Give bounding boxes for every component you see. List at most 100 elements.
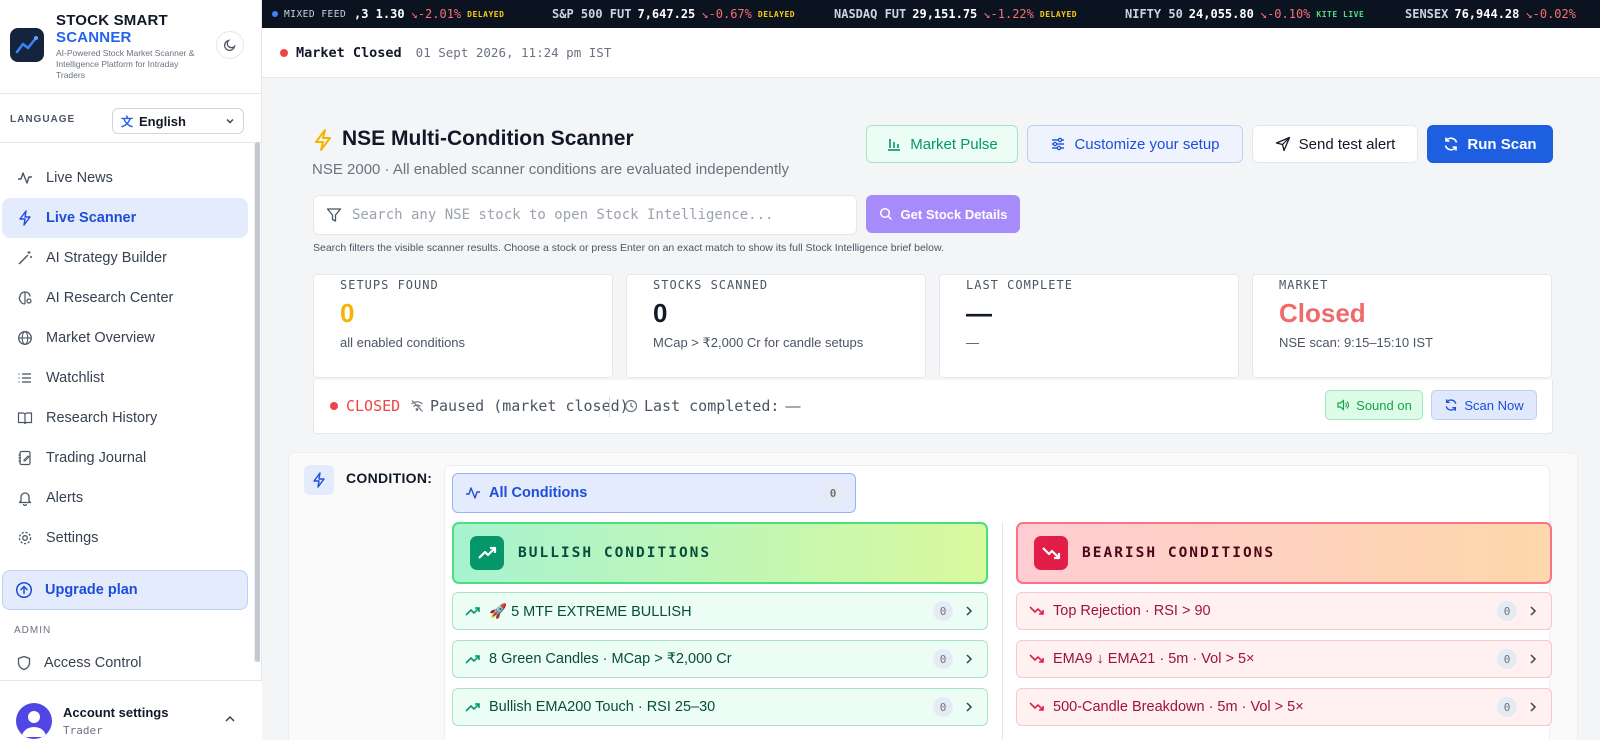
send-test-alert-button[interactable]: Send test alert <box>1252 125 1418 163</box>
sidebar-item-label: Live News <box>46 170 113 186</box>
filter-icon <box>326 208 342 222</box>
globe-icon <box>16 329 34 347</box>
feed-dot-icon <box>272 11 278 17</box>
language-select[interactable]: 文 English <box>112 108 244 134</box>
run-scan-label: Run Scan <box>1467 135 1537 153</box>
send-icon <box>1275 136 1290 152</box>
theme-toggle-button[interactable] <box>216 31 244 59</box>
stock-search-box[interactable] <box>313 195 857 235</box>
scan-now-button[interactable]: Scan Now <box>1431 390 1537 420</box>
lightning-icon <box>304 465 334 495</box>
sidebar: STOCK SMART SCANNER AI-Powered Stock Mar… <box>0 0 262 740</box>
brand-subtitle: AI-Powered Stock Market Scanner & Intell… <box>56 48 195 80</box>
ticker-tag: DELAYED <box>1039 9 1078 19</box>
sidebar-item-label: Alerts <box>46 490 84 506</box>
ticker-change: ↘-0.02% <box>1525 7 1576 21</box>
stat-value: 0 <box>340 298 355 328</box>
chevron-down-icon <box>226 119 234 124</box>
sidebar-scrollbar-thumb[interactable] <box>255 142 260 662</box>
ticker-feed-badge: MIXED FEED <box>272 0 346 28</box>
sidebar-item-ai-strategy-builder[interactable]: AI Strategy Builder <box>2 238 248 278</box>
sidebar-item-access-control[interactable]: Access Control <box>2 644 248 682</box>
stat-subtext: MCap > ₹2,000 Cr for candle setups <box>653 335 864 350</box>
magic-wand-icon <box>16 249 34 267</box>
chevron-up-icon <box>225 715 235 722</box>
bullish-condition-row[interactable]: Bullish EMA200 Touch · RSI 25–30 0 <box>452 688 988 726</box>
run-scan-button[interactable]: Run Scan <box>1427 125 1553 163</box>
sidebar-item-label: Research History <box>46 410 158 426</box>
wifi-off-icon <box>411 400 423 412</box>
condition-label: CONDITION: <box>346 470 433 486</box>
gear-icon <box>16 529 34 547</box>
bullish-conditions-header[interactable]: BULLISH CONDITIONS <box>452 522 988 584</box>
count-badge: 0 <box>933 649 953 669</box>
arrow-up-circle-icon <box>15 581 33 599</box>
stat-value: — <box>966 298 992 328</box>
send-test-alert-label: Send test alert <box>1298 135 1396 153</box>
sidebar-item-research-history[interactable]: Research History <box>2 398 248 438</box>
refresh-icon <box>1445 137 1458 151</box>
market-ticker: MIXED FEED ,3 1.30 ↘-2.01% DELAYED S&P 5… <box>262 0 1600 28</box>
account-role: Trader <box>63 724 103 737</box>
ticker-name: S&P 500 FUT <box>552 7 632 21</box>
brand-logo[interactable] <box>10 28 44 62</box>
sidebar-item-market-overview[interactable]: Market Overview <box>2 318 248 358</box>
bar-chart-icon <box>888 139 901 151</box>
last-completed-value: — <box>785 397 801 415</box>
count-badge: 0 <box>823 483 843 503</box>
sidebar-item-live-scanner[interactable]: Live Scanner <box>2 198 248 238</box>
sidebar-item-watchlist[interactable]: Watchlist <box>2 358 248 398</box>
ticker-change: ↘-0.67% <box>701 7 752 21</box>
sidebar-item-ai-research-center[interactable]: AI Research Center <box>2 278 248 318</box>
sidebar-item-settings[interactable]: Settings <box>2 518 248 558</box>
stat-card-market: MARKET Closed NSE scan: 9:15–15:10 IST <box>1252 274 1552 378</box>
sidebar-item-label: Settings <box>46 530 99 546</box>
count-badge: 0 <box>933 697 953 717</box>
language-selected: English <box>139 113 186 129</box>
account-settings-button[interactable]: Account settings Trader <box>0 680 262 740</box>
brand-header: STOCK SMART SCANNER AI-Powered Stock Mar… <box>0 0 262 94</box>
ticker-item[interactable]: SENSEX 76,944.28 ↘-0.02% <box>1405 0 1576 28</box>
ticker-tag: KITE LIVE <box>1316 9 1365 19</box>
bearish-condition-row[interactable]: EMA9 ↓ EMA21 · 5m · Vol > 5× 0 <box>1016 640 1552 678</box>
bullish-condition-row[interactable]: 🚀 5 MTF EXTREME BULLISH 0 <box>452 592 988 630</box>
sidebar-item-label: AI Strategy Builder <box>46 250 167 266</box>
sidebar-item-alerts[interactable]: Alerts <box>2 478 248 518</box>
trending-up-icon <box>470 536 504 570</box>
ticker-item[interactable]: S&P 500 FUT 7,647.25 ↘-0.67% DELAYED <box>552 0 795 28</box>
market-pulse-label: Market Pulse <box>910 135 998 153</box>
bearish-condition-row[interactable]: Top Rejection · RSI > 90 0 <box>1016 592 1552 630</box>
ticker-item[interactable]: ,3 1.30 ↘-2.01% DELAYED <box>354 0 504 28</box>
ticker-item[interactable]: NIFTY 50 24,055.80 ↘-0.10% KITE LIVE <box>1125 0 1364 28</box>
market-status-label: Market Closed <box>296 44 402 61</box>
sidebar-item-live-news[interactable]: Live News <box>2 158 248 198</box>
bearish-condition-row[interactable]: 500-Candle Breakdown · 5m · Vol > 5× 0 <box>1016 688 1552 726</box>
stock-search-input[interactable] <box>352 207 832 223</box>
ticker-item[interactable]: NASDAQ FUT 29,151.75 ↘-1.22% DELAYED <box>834 0 1077 28</box>
brand-title: STOCK SMART <box>56 12 168 29</box>
list-icon <box>16 369 34 387</box>
ticker-tag: DELAYED <box>467 9 505 19</box>
customize-setup-button[interactable]: Customize your setup <box>1027 125 1243 163</box>
bullish-condition-row[interactable]: 8 Green Candles · MCap > ₹2,000 Cr 0 <box>452 640 988 678</box>
all-conditions-filter[interactable]: All Conditions 0 <box>452 473 856 513</box>
sliders-icon <box>1052 137 1065 151</box>
market-pulse-button[interactable]: Market Pulse <box>866 125 1018 163</box>
sound-toggle-button[interactable]: Sound on <box>1325 390 1423 420</box>
brain-icon <box>16 289 34 307</box>
ticker-change: ↘-1.22% <box>983 7 1034 21</box>
upgrade-plan-button[interactable]: Upgrade plan <box>2 570 248 610</box>
sidebar-item-trading-journal[interactable]: Trading Journal <box>2 438 248 478</box>
count-badge: 0 <box>933 601 953 621</box>
ticker-value: 7,647.25 <box>637 7 696 21</box>
chevron-right-icon <box>1529 605 1537 617</box>
sidebar-item-label: AI Research Center <box>46 290 174 306</box>
trending-down-icon <box>1034 536 1068 570</box>
chevron-right-icon <box>965 701 973 713</box>
moon-icon <box>223 39 236 52</box>
get-stock-details-button[interactable]: Get Stock Details <box>866 195 1020 233</box>
bearish-conditions-header[interactable]: BEARISH CONDITIONS <box>1016 522 1552 584</box>
translate-icon: 文 <box>121 114 134 129</box>
condition-label: 8 Green Candles · MCap > ₹2,000 Cr <box>489 651 732 667</box>
trending-down-icon <box>1029 606 1044 615</box>
